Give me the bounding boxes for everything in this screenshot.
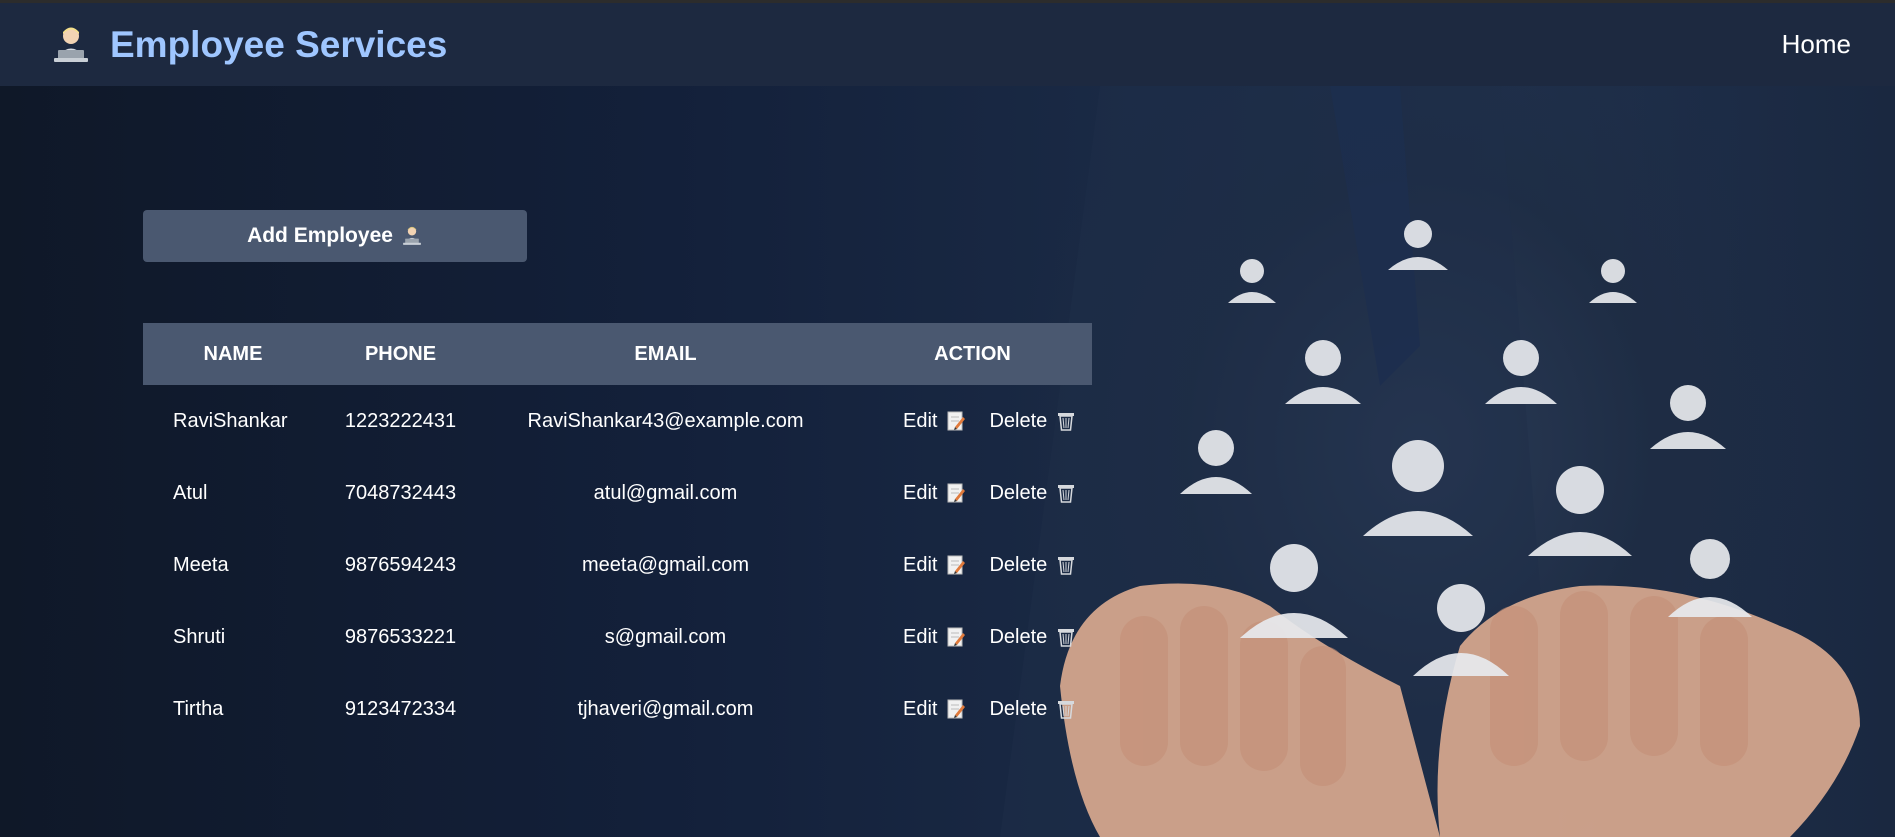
cell-email: atul@gmail.com (593, 481, 738, 504)
cell-action: Edit Delete (853, 385, 1092, 457)
cell-name: RaviShankar (173, 409, 288, 432)
table-row: Tirtha 9123472334 tjhaveri@gmail.com Edi… (143, 673, 1092, 745)
brand-title: Employee Services (110, 23, 448, 65)
delete-button[interactable]: Delete (989, 698, 1075, 721)
nav-home-link[interactable]: Home (1782, 29, 1851, 60)
cell-email: tjhaveri@gmail.com (577, 697, 754, 720)
cell-name: Shruti (173, 625, 226, 648)
add-employee-button[interactable]: Add Employee (143, 210, 527, 262)
edit-button[interactable]: Edit (903, 553, 966, 577)
table-row: Shruti 9876533221 s@gmail.com Edit Delet… (143, 601, 1092, 673)
delete-button[interactable]: Delete (989, 482, 1075, 505)
cell-email: s@gmail.com (604, 625, 727, 648)
memo-pencil-icon (947, 699, 966, 719)
edit-button[interactable]: Edit (903, 409, 966, 433)
cell-phone: 1223222431 (344, 409, 457, 432)
office-worker-icon (50, 25, 92, 65)
table-row: Meeta 9876594243 meeta@gmail.com Edit De… (143, 529, 1092, 601)
wastebasket-icon (1057, 555, 1075, 575)
cell-phone: 7048732443 (344, 481, 457, 504)
memo-pencil-icon (947, 627, 966, 647)
main-content: Add Employee NAME PHONE EMAIL ACTION Rav… (0, 86, 1895, 837)
column-header-action: ACTION (934, 342, 1011, 365)
edit-label: Edit (903, 697, 938, 720)
table-header-row: NAME PHONE EMAIL ACTION (143, 323, 1092, 385)
add-employee-label: Add Employee (247, 224, 393, 247)
edit-label: Edit (903, 553, 938, 576)
memo-pencil-icon (947, 483, 966, 503)
cell-action: Edit Delete (853, 601, 1092, 673)
column-header-phone: PHONE (364, 342, 437, 365)
edit-label: Edit (903, 409, 938, 432)
table-row: RaviShankar 1223222431 RaviShankar43@exa… (143, 385, 1092, 457)
edit-button[interactable]: Edit (903, 481, 966, 505)
delete-label: Delete (989, 481, 1048, 504)
edit-button[interactable]: Edit (903, 625, 966, 649)
hero-section: Add Employee NAME PHONE EMAIL ACTION Rav… (0, 86, 1895, 837)
wastebasket-icon (1057, 411, 1075, 431)
edit-label: Edit (903, 625, 938, 648)
wastebasket-icon (1057, 627, 1075, 647)
employee-table: NAME PHONE EMAIL ACTION RaviShankar 1223… (143, 323, 1092, 745)
office-worker-icon (401, 225, 423, 247)
table-row: Atul 7048732443 atul@gmail.com Edit Dele… (143, 457, 1092, 529)
delete-button[interactable]: Delete (989, 554, 1075, 577)
delete-button[interactable]: Delete (989, 410, 1075, 433)
delete-button[interactable]: Delete (989, 626, 1075, 649)
column-header-name: NAME (203, 342, 263, 365)
memo-pencil-icon (947, 411, 966, 431)
edit-button[interactable]: Edit (903, 697, 966, 721)
wastebasket-icon (1057, 483, 1075, 503)
cell-email: meeta@gmail.com (581, 553, 750, 576)
cell-name: Meeta (173, 553, 229, 576)
memo-pencil-icon (947, 555, 966, 575)
edit-label: Edit (903, 481, 938, 504)
delete-label: Delete (989, 409, 1048, 432)
brand[interactable]: Employee Services (50, 24, 447, 66)
cell-action: Edit Delete (853, 457, 1092, 529)
delete-label: Delete (989, 697, 1048, 720)
delete-label: Delete (989, 553, 1048, 576)
cell-action: Edit Delete (853, 529, 1092, 601)
cell-email: RaviShankar43@example.com (527, 409, 804, 432)
cell-phone: 9876594243 (344, 553, 457, 576)
table-body: RaviShankar 1223222431 RaviShankar43@exa… (143, 385, 1092, 745)
top-navbar: Employee Services Home (0, 0, 1895, 86)
cell-name: Tirtha (173, 697, 224, 720)
cell-phone: 9123472334 (344, 697, 457, 720)
delete-label: Delete (989, 625, 1048, 648)
wastebasket-icon (1057, 699, 1075, 719)
cell-action: Edit Delete (853, 673, 1092, 745)
cell-name: Atul (173, 481, 208, 504)
cell-phone: 9876533221 (344, 625, 457, 648)
column-header-email: EMAIL (634, 342, 697, 365)
table-header: NAME PHONE EMAIL ACTION (143, 323, 1092, 385)
